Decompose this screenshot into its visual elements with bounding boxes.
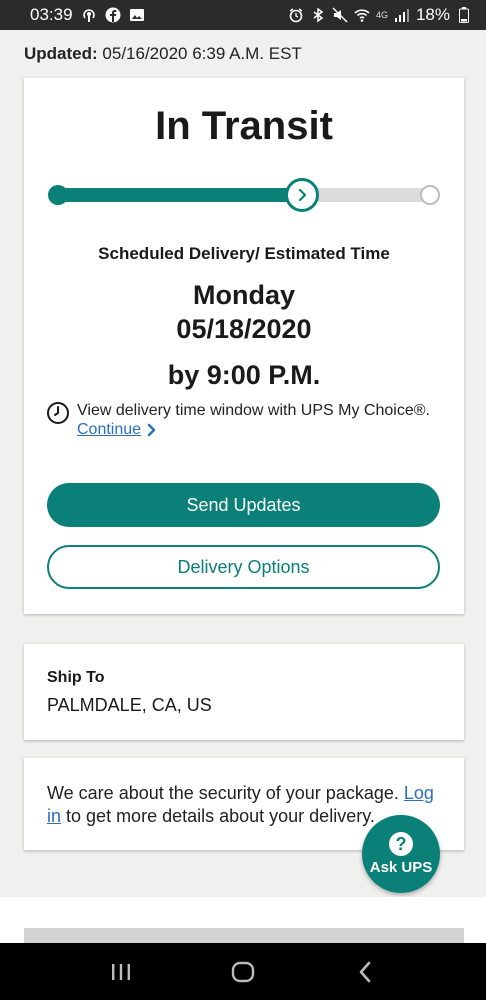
continue-label: Continue <box>77 421 142 438</box>
status-time: 03:39 <box>30 5 73 24</box>
ship-to-card: Ship To PALMDALE, CA, US <box>24 644 464 740</box>
status-bar: 03:39 4G 18% <box>0 0 486 30</box>
alarm-icon <box>288 7 304 23</box>
progress-fill <box>58 188 303 202</box>
bluetooth-icon <box>310 7 326 23</box>
tracking-card: In Transit Scheduled Delivery/ Estimated… <box>24 78 464 614</box>
back-button[interactable] <box>345 952 385 992</box>
scheduled-label: Scheduled Delivery/ Estimated Time <box>98 244 390 263</box>
delivery-options-button[interactable]: Delivery Options <box>47 545 440 589</box>
recent-apps-icon <box>112 963 130 980</box>
progress-current-marker <box>285 178 320 212</box>
mute-icon <box>332 7 348 23</box>
facebook-icon <box>105 7 121 23</box>
ship-to-label: Ship To <box>47 669 105 686</box>
wifi-icon <box>354 7 370 23</box>
home-button[interactable] <box>223 952 263 992</box>
delivery-date: 05/18/2020 <box>176 314 312 344</box>
chevron-right-icon <box>299 188 307 202</box>
podcast-icon <box>81 7 97 23</box>
signal-icon <box>394 7 410 23</box>
delivery-day: Monday <box>192 280 295 310</box>
home-icon <box>231 961 255 982</box>
back-icon <box>359 961 371 982</box>
ask-ups-label: Ask UPS <box>369 859 433 876</box>
updated-line: Updated: 05/16/2020 6:39 A.M. EST <box>24 44 302 64</box>
recent-apps-button[interactable] <box>101 952 141 992</box>
image-icon <box>129 7 145 23</box>
battery-level: 18% <box>415 5 450 24</box>
security-text-before: We care about the security of your packa… <box>47 783 399 803</box>
progress-end-dot <box>420 185 440 205</box>
updated-value: 05/16/2020 6:39 A.M. EST <box>102 44 302 63</box>
tracking-status: In Transit <box>155 104 333 148</box>
clock-icon <box>47 402 69 424</box>
delivery-day-date: Monday 05/18/2020 <box>24 278 464 346</box>
battery-icon <box>456 7 472 23</box>
system-nav-bar <box>0 943 486 1000</box>
network-type: 4G <box>375 10 388 20</box>
delivery-time: by 9:00 P.M. <box>167 360 321 390</box>
ask-ups-button[interactable]: ? Ask UPS <box>362 815 440 893</box>
updated-label: Updated: <box>24 44 98 63</box>
progress-start-dot <box>48 185 68 205</box>
send-updates-button[interactable]: Send Updates <box>47 483 440 527</box>
chevron-right-icon <box>147 423 156 437</box>
continue-link[interactable]: Continue <box>77 421 157 439</box>
ship-to-value: PALMDALE, CA, US <box>47 695 212 715</box>
help-icon: ? <box>389 832 413 856</box>
delivery-window-text: View delivery time window with UPS My Ch… <box>77 402 430 419</box>
security-text-after: to get more details about your delivery. <box>66 806 375 826</box>
